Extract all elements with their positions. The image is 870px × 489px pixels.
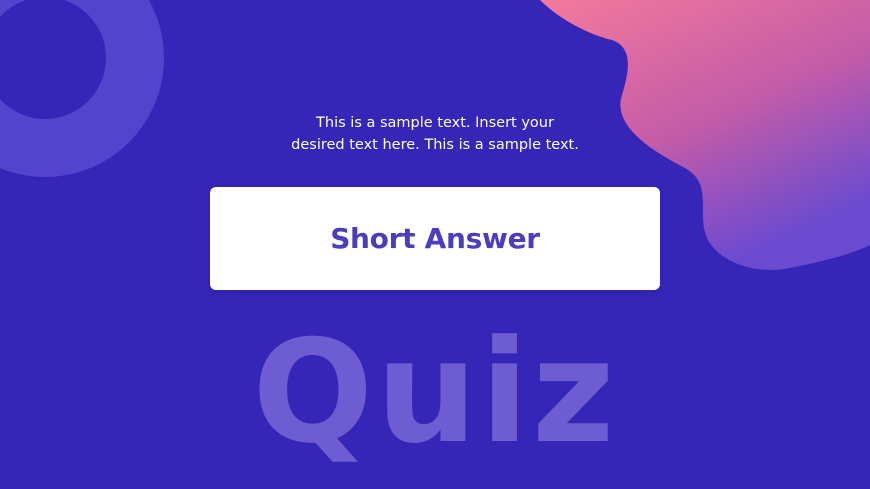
subtitle-text: This is a sample text. Insert your desir… — [235, 112, 635, 156]
subtitle-line-1: This is a sample text. Insert your — [316, 115, 554, 131]
slide: This is a sample text. Insert your desir… — [0, 0, 870, 489]
subtitle-line-2: desired text here. This is a sample text… — [291, 137, 579, 153]
ring-shape — [0, 0, 164, 177]
answer-card: Short Answer — [210, 187, 660, 290]
card-title: Short Answer — [330, 222, 540, 255]
quiz-watermark: Quiz — [252, 310, 618, 475]
